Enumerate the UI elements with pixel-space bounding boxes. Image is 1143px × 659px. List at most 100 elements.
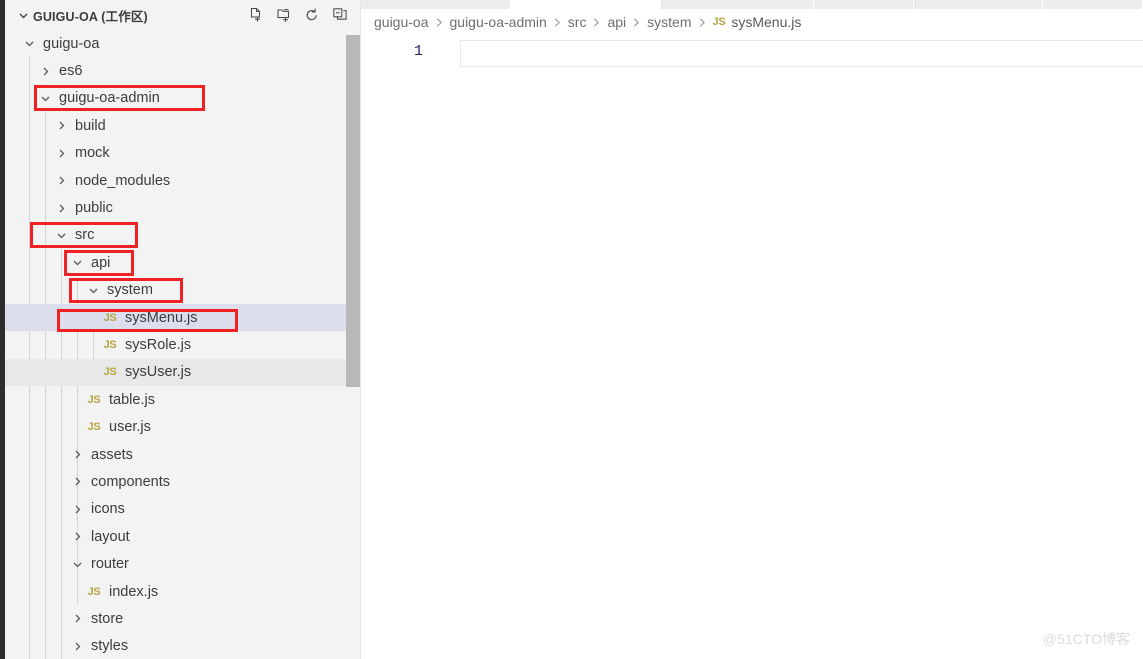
tree-item-label: assets [91,446,133,463]
chevron-right-icon[interactable] [53,203,69,214]
breadcrumb-separator-icon [553,17,562,28]
line-number-1: 1 [413,43,423,60]
breadcrumb-separator-icon [592,17,601,28]
tree-folder-styles[interactable]: styles [5,633,360,659]
tree-file-sysMenu.js[interactable]: JS sysMenu.js [5,303,360,332]
chevron-right-icon[interactable] [69,449,85,460]
code-editor[interactable]: 1 [361,35,1143,659]
breadcrumb-item-system[interactable]: system [647,14,691,30]
chevron-right-icon[interactable] [69,476,85,487]
chevron-down-icon[interactable] [69,559,85,570]
tree-item-label: build [75,117,106,134]
tree-item-label: es6 [59,63,83,80]
editor-tab-0[interactable] [361,0,511,9]
tree-file-user.js[interactable]: JS user.js [5,413,360,440]
chevron-right-icon[interactable] [69,531,85,542]
breadcrumb-item-src[interactable]: src [568,14,587,30]
editor-tab-bar [361,0,1143,9]
editor-tab-4[interactable] [914,0,1043,9]
breadcrumb-item-api[interactable]: api [607,14,626,30]
tree-folder-assets[interactable]: assets [5,441,360,468]
tree-folder-router[interactable]: router [5,550,360,577]
tree-folder-guigu-oa-admin[interactable]: guigu-oa-admin [5,85,360,112]
editor-tab-1[interactable] [511,0,662,9]
js-file-icon: JS [103,311,117,324]
tree-file-sysUser.js[interactable]: JS sysUser.js [5,358,360,387]
chevron-down-icon[interactable] [21,38,37,49]
chevron-down-icon[interactable] [85,285,101,296]
tree-folder-system[interactable]: system [5,277,360,304]
explorer-sidebar: GUIGU-OA (工作区) guigu-oa es6 guigu-oa-adm… [5,0,360,659]
breadcrumb: guigu-oa guigu-oa-admin src api system JS sysM… [361,9,1143,35]
tree-item-label: src [75,227,95,244]
js-file-icon: JS [103,366,117,379]
tree-folder-components[interactable]: components [5,468,360,495]
tree-item-label: table.js [109,391,155,408]
editor-area: guigu-oa guigu-oa-admin src api system JS sysM… [361,0,1143,659]
tree-item-label: sysMenu.js [125,309,198,326]
chevron-right-icon[interactable] [69,641,85,652]
editor-tab-2[interactable] [662,0,814,9]
tree-item-label: mock [75,145,110,162]
tree-folder-es6[interactable]: es6 [5,57,360,84]
breadcrumb-item-sysMenu.js[interactable]: sysMenu.js [731,14,801,30]
breadcrumb-separator-icon [632,17,641,28]
tree-file-index.js[interactable]: JS index.js [5,578,360,605]
tree-folder-guigu-oa[interactable]: guigu-oa [5,30,360,57]
tree-item-label: index.js [109,583,159,600]
js-file-icon: JS [103,338,117,351]
chevron-right-icon[interactable] [37,66,53,77]
chevron-right-icon[interactable] [69,613,85,624]
chevron-right-icon[interactable] [53,148,69,159]
breadcrumb-separator-icon [435,17,444,28]
editor-tab-5[interactable] [1043,0,1143,9]
tree-item-label: layout [91,528,130,545]
js-file-icon: JS [712,16,726,28]
workspace-title: GUIGU-OA (工作区) [33,9,148,24]
chevron-down-icon[interactable] [15,10,31,21]
tree-item-label: icons [91,501,125,518]
breadcrumb-item-guigu-oa-admin[interactable]: guigu-oa-admin [450,14,547,30]
tree-folder-api[interactable]: api [5,249,360,276]
js-file-icon: JS [87,585,101,598]
file-tree[interactable]: guigu-oa es6 guigu-oa-admin build mock node_m… [5,30,360,659]
tree-item-label: node_modules [75,172,171,189]
explorer-scrollbar-thumb[interactable] [346,35,360,387]
watermark: @51CTO博客 [1042,631,1130,647]
tree-folder-store[interactable]: store [5,605,360,632]
tree-item-label: guigu-oa [43,35,100,52]
js-file-icon: JS [87,421,101,434]
tree-item-label: styles [91,638,129,655]
explorer-actions [247,7,352,24]
code-content-line[interactable] [460,40,1143,67]
tree-file-table.js[interactable]: JS table.js [5,386,360,413]
chevron-right-icon[interactable] [69,504,85,515]
chevron-down-icon[interactable] [69,257,85,268]
tree-file-sysRole.js[interactable]: JS sysRole.js [5,331,360,358]
tree-folder-build[interactable]: build [5,112,360,139]
tree-folder-public[interactable]: public [5,194,360,221]
tree-item-label: public [75,200,113,217]
refresh-icon[interactable] [303,7,320,24]
tree-item-label: store [91,610,124,627]
new-file-icon[interactable] [247,7,264,24]
chevron-right-icon[interactable] [53,120,69,131]
tree-folder-node_modules[interactable]: node_modules [5,167,360,194]
new-folder-icon[interactable] [275,7,292,24]
tree-folder-mock[interactable]: mock [5,140,360,167]
chevron-down-icon[interactable] [53,230,69,241]
breadcrumb-item-guigu-oa[interactable]: guigu-oa [374,14,429,30]
explorer-scrollbar-track[interactable] [346,0,360,659]
tree-item-label: router [91,556,129,573]
explorer-header: GUIGU-OA (工作区) [5,0,360,30]
tree-folder-layout[interactable]: layout [5,523,360,550]
chevron-right-icon[interactable] [53,175,69,186]
breadcrumb-separator-icon [698,17,707,28]
editor-tab-3[interactable] [814,0,914,9]
tree-item-label: sysRole.js [125,336,192,353]
chevron-down-icon[interactable] [37,93,53,104]
js-file-icon: JS [87,393,101,406]
tree-folder-icons[interactable]: icons [5,496,360,523]
tree-folder-src[interactable]: src [5,222,360,249]
tree-item-label: api [91,254,111,271]
